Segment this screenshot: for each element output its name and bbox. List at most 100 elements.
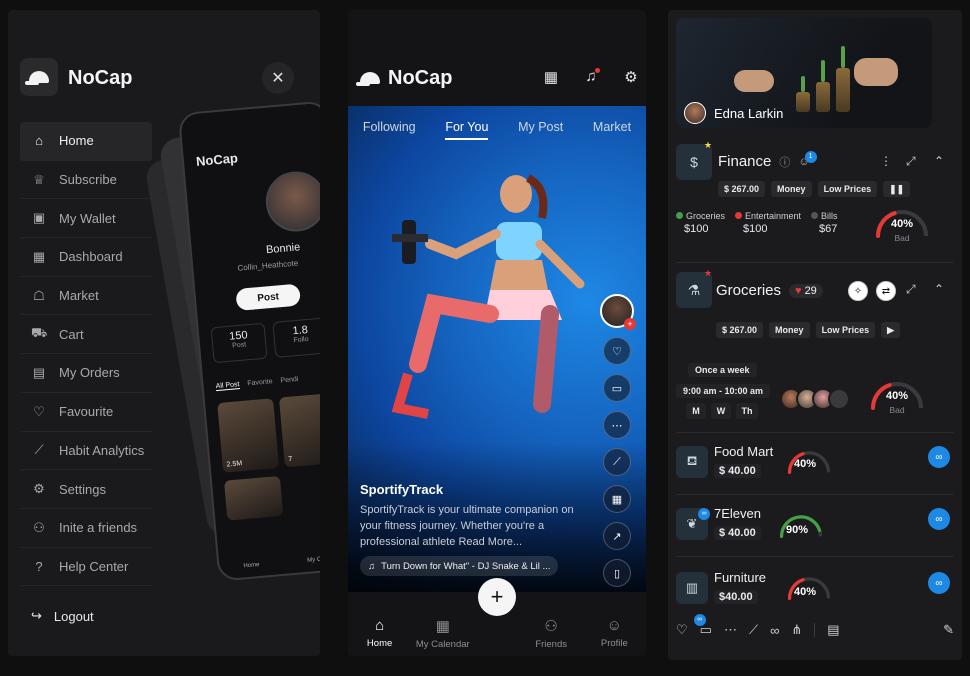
phone-nav: Home My Calendar [219,553,320,572]
post-description: SportifyTrack is your ultimate companion… [360,504,574,548]
finance-legend: Groceries $100 Entertainment $100 Bills $67 [676,210,838,236]
divider [676,262,954,263]
gear-icon[interactable]: ⚙ [622,68,640,86]
calendar-icon[interactable]: ▦ [542,68,560,86]
link-button[interactable]: ∞ [928,508,950,530]
chat-icon[interactable]: ⋯ [724,622,737,638]
nav-friends[interactable]: ⚇ Friends [522,617,580,650]
tag-pill: Low Prices [817,181,878,197]
info-icon[interactable]: ⓘ [779,154,790,170]
bookmark-icon[interactable]: ▯ [603,559,631,587]
sidebar-item-my-orders[interactable]: ▤ My Orders [20,354,152,393]
profile-username: Collin_Heathcote [237,258,299,273]
tab-favorite[interactable]: Favorite [247,378,273,388]
music-track[interactable]: ♫ Turn Down for What" - DJ Snake & Lil .… [360,556,559,576]
like-icon[interactable]: ♡ [603,337,631,365]
link-button[interactable]: ∞ [928,572,950,594]
compass-icon[interactable]: ✧ [848,281,868,301]
tab-for-you[interactable]: For You [445,120,489,140]
link-icon[interactable]: ∞ [770,623,779,638]
phone-nav-home[interactable]: Home [243,562,259,569]
chat-icon[interactable]: ⋯ [603,411,631,439]
share-icon[interactable]: ↗ [603,522,631,550]
post-thumbnail[interactable] [223,475,284,521]
pause-icon[interactable]: ❚❚ [883,181,911,197]
tab-market[interactable]: Market [593,120,631,140]
list-item[interactable]: ⛾ Food Mart $ 40.00 40% ∞ [668,432,962,494]
calendar-add-icon[interactable]: ▦ [603,485,631,513]
expand-icon[interactable]: ⤢ [906,282,916,297]
nav-home[interactable]: ⌂ Home [351,617,409,649]
post-thumbnail[interactable]: 2.5M [217,398,280,473]
share-icon[interactable]: ⋔ [791,622,802,638]
comment-icon[interactable]: ▭ [603,374,631,402]
bag-icon: ⛾ [676,446,708,478]
gear-icon: ⚙ [33,481,45,497]
divider [814,623,816,637]
user-icon[interactable]: ☺ 1 [798,150,817,168]
analytics-icon[interactable]: ⟋ [749,622,758,638]
music-title: Turn Down for What" - DJ Snake & Lil ... [381,560,551,572]
sidebar-item-dashboard[interactable]: ▦ Dashboard [20,238,152,277]
phone-nav-calendar[interactable]: My Calendar [307,555,320,564]
list-item[interactable]: ▥ Furniture $40.00 40% ∞ [668,558,962,620]
sidebar-item-label: Settings [59,481,106,497]
post-thumbnail[interactable]: 7 [278,392,320,468]
follow-plus-icon[interactable]: + [624,318,636,330]
tab-pending[interactable]: Pendi [280,376,299,386]
link-button[interactable]: ∞ [928,446,950,468]
author-avatar[interactable]: + [600,294,636,330]
notes-icon[interactable]: ▤ [827,622,839,638]
sidebar-item-favourite[interactable]: ♡ Favourite [20,393,152,432]
day-badge: W [711,403,731,419]
sidebar-item-home[interactable]: ⌂ Home [20,122,152,161]
more-icon[interactable]: ⋮ [880,154,892,168]
expand-icon[interactable]: ⤢ [906,154,916,169]
tag-pill: Money [771,181,812,197]
sprout [821,60,825,82]
sidebar-item-label: My Wallet [59,210,116,226]
finance-title: Finance ⓘ ☺ 1 [718,150,817,170]
stat-followers: 1.8 Follo [272,317,320,358]
post-button[interactable]: Post [235,283,302,312]
logout-button[interactable]: ↪ Logout [31,608,94,624]
link-badge-icon: ∞ [693,614,706,626]
tab-my-post[interactable]: My Post [518,120,563,140]
orders-icon: ▤ [32,364,46,380]
chevron-up-icon[interactable]: ⌃ [934,282,944,296]
nav-calendar[interactable]: ▦ My Calendar [414,617,472,650]
sidebar-item-market[interactable]: ☖ Market [20,277,152,316]
edit-icon[interactable]: ✎ [943,622,954,638]
tab-all-post[interactable]: All Post [215,381,240,392]
sidebar-item-habit-analytics[interactable]: ⟋ Habit Analytics [20,432,152,471]
swap-icon[interactable]: ⇄ [876,281,896,301]
amount-pill: $ 267.00 [718,181,766,197]
heart-icon[interactable]: ♡ [676,622,688,638]
add-post-button[interactable]: + [478,578,516,616]
comment-icon[interactable]: ▭ ∞ [693,614,712,638]
sidebar-item-subscribe[interactable]: ♕ Subscribe [20,161,152,200]
sidebar-item-label: Inite a friends [59,520,138,536]
tab-following[interactable]: Following [363,120,416,140]
groceries-pills: $ 267.00 Money Low Prices ▶ [716,322,901,338]
analytics-icon[interactable]: ⟋ [603,448,631,476]
sidebar-item-cart[interactable]: ⛟ Cart [20,315,152,355]
nav-profile[interactable]: ☺ Profile [585,617,643,649]
close-button[interactable]: ✕ [262,62,294,94]
notification-badge: 1 [804,150,817,163]
likes-badge[interactable]: ♥ 29 [789,283,823,298]
play-icon[interactable]: ▶ [881,322,901,338]
sidebar-item-inite-a-friends[interactable]: ⚇ Inite a friends [20,509,152,548]
bell-icon[interactable]: ♫ [582,68,600,86]
cap-icon [25,71,49,85]
list-item[interactable]: ❦ ∞ 7Eleven $ 40.00 90% ∞ [668,494,962,556]
item-price: $ 40.00 [714,464,761,478]
more-avatars-icon[interactable] [828,388,850,410]
link-icon: ∞ [935,513,943,525]
sidebar-item-settings[interactable]: ⚙ Settings [20,470,152,509]
participant-avatars [780,388,850,410]
sidebar-item-my-wallet[interactable]: ▣ My Wallet [20,199,152,239]
chevron-up-icon[interactable]: ⌃ [934,154,944,168]
feed-post[interactable]: Following For You My Post Market + ♡ ▭ ⋯… [348,106,646,592]
sidebar-item-help-center[interactable]: ? Help Center [20,548,152,587]
